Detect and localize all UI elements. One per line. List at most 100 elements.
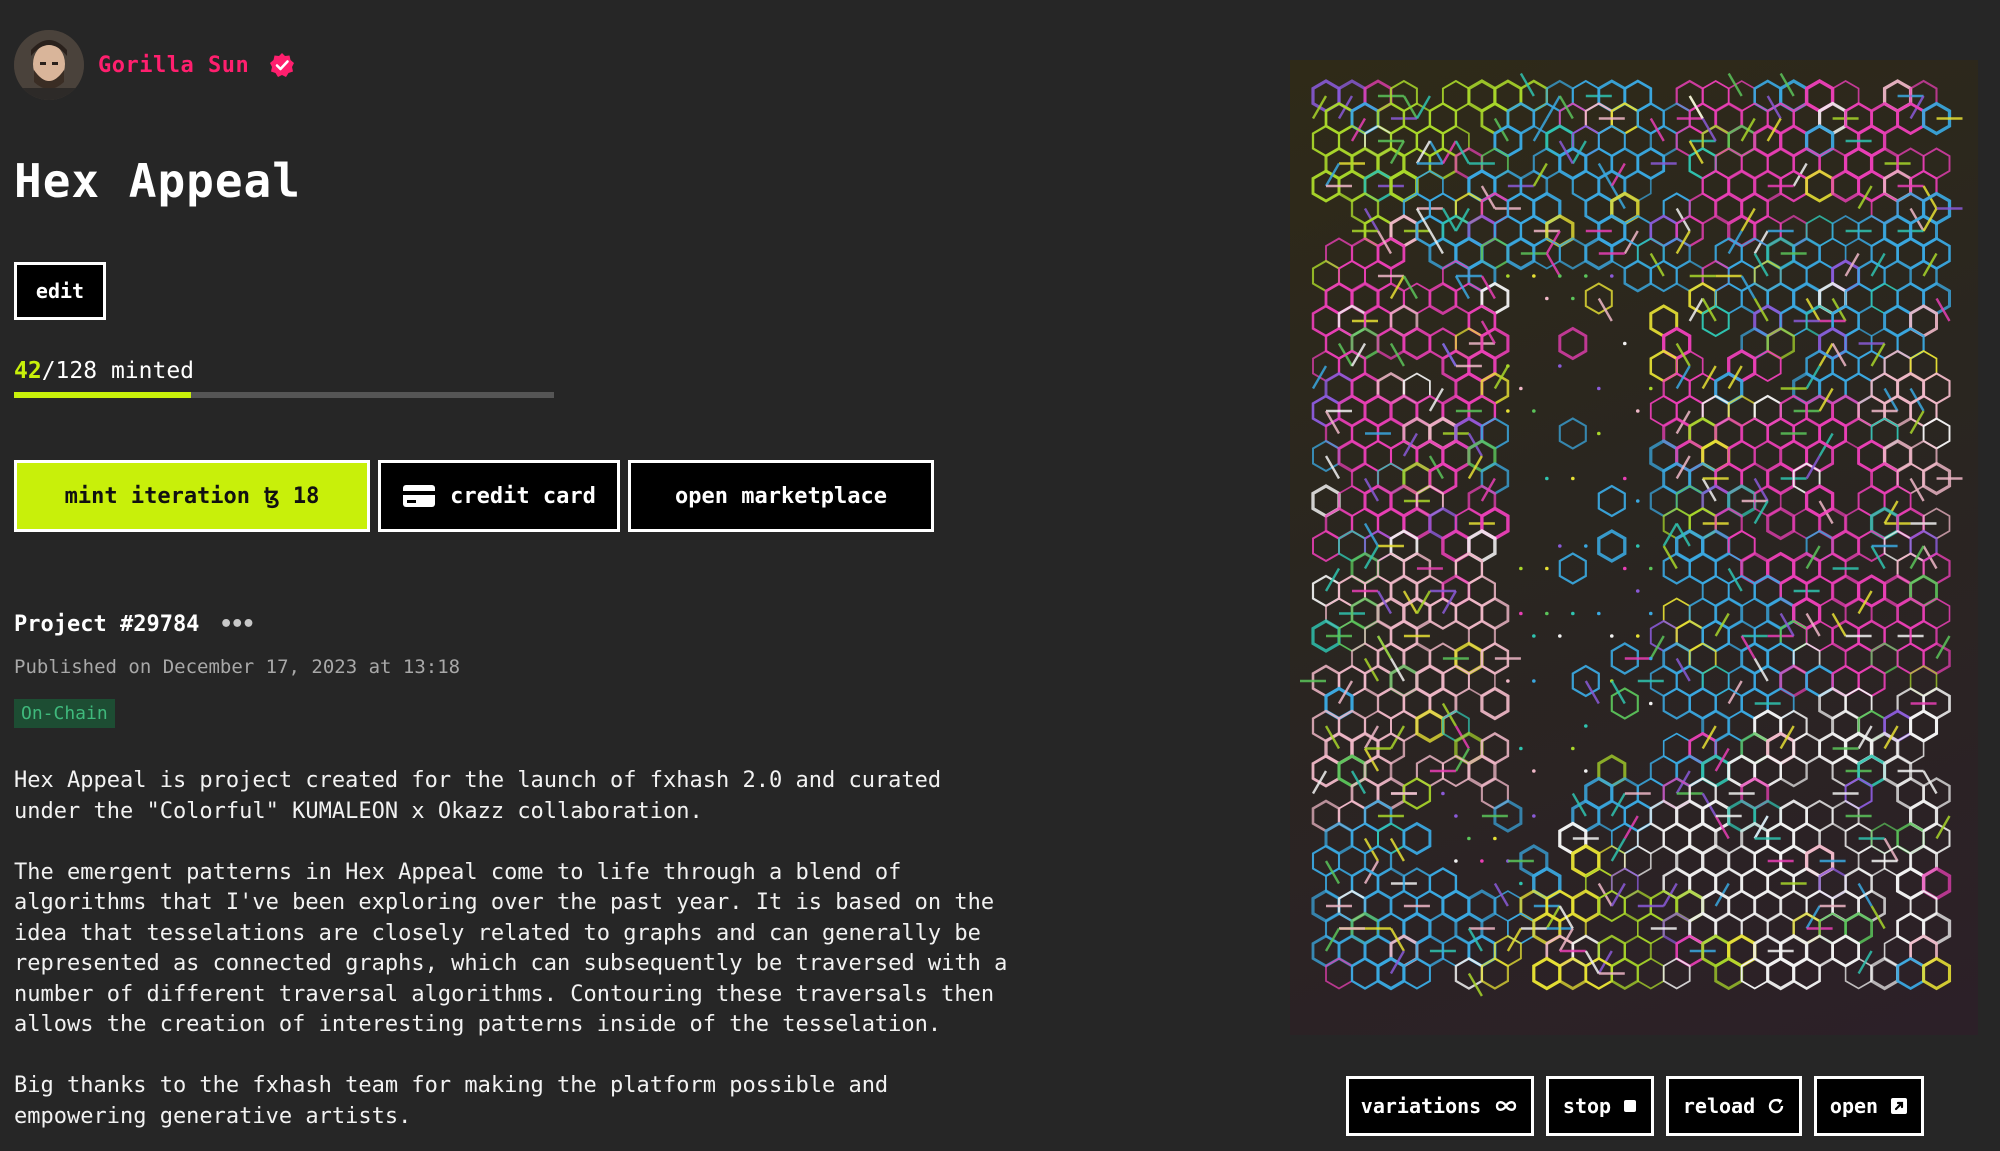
project-id-row: Project #29784 ••• — [14, 612, 255, 637]
art-dot — [1467, 836, 1471, 841]
art-link-line — [1519, 72, 1535, 97]
art-link-line — [1363, 522, 1380, 547]
art-link-line — [1467, 927, 1483, 952]
variations-label: variations — [1360, 1094, 1482, 1118]
art-hex-cell — [1376, 956, 1406, 991]
variations-button[interactable]: variations — [1346, 1076, 1534, 1136]
reload-icon — [1768, 1098, 1784, 1114]
art-link-line — [1870, 252, 1886, 277]
art-hex-cell — [1480, 686, 1510, 721]
art-link-line — [1415, 95, 1431, 120]
art-link-line — [1350, 342, 1367, 367]
art-link-line — [1883, 725, 1899, 750]
art-dot — [1532, 814, 1536, 818]
art-dot — [1519, 746, 1523, 751]
art-hex-cell — [1779, 754, 1808, 788]
author-avatar[interactable] — [14, 30, 84, 100]
art-dot — [1648, 386, 1653, 391]
open-button[interactable]: open — [1814, 1076, 1924, 1136]
art-hex-cell — [1714, 956, 1744, 991]
art-dot — [1480, 859, 1484, 863]
avatar-photo-icon — [14, 30, 84, 100]
art-hex-cell — [1740, 957, 1769, 990]
art-link-line — [1740, 207, 1756, 232]
art-dot — [1571, 476, 1575, 481]
art-link-line — [1870, 545, 1886, 570]
art-dot — [1493, 836, 1497, 841]
art-hex-cell — [1766, 956, 1796, 991]
art-hex-cell — [1402, 326, 1432, 361]
art-dot — [1635, 499, 1640, 503]
art-hex-cell — [1312, 529, 1340, 563]
art-hex-cell — [1480, 957, 1509, 990]
art-hex-cell — [1792, 957, 1821, 990]
art-hex-cell — [1623, 259, 1653, 293]
art-link-line — [1363, 545, 1380, 570]
art-link-line — [1350, 770, 1367, 795]
more-options-icon[interactable]: ••• — [219, 612, 255, 637]
art-link-line — [1480, 275, 1496, 300]
edit-button[interactable]: edit — [14, 262, 106, 320]
art-link-line — [1610, 882, 1626, 907]
art-link-line — [1558, 905, 1574, 930]
art-link-line — [1935, 297, 1951, 322]
art-hex-cell — [1428, 281, 1458, 316]
art-dot — [1571, 296, 1575, 301]
verified-badge-icon — [270, 53, 295, 77]
art-link-line — [1740, 635, 1756, 660]
art-dot — [1584, 544, 1588, 548]
art-link-line — [1701, 725, 1717, 750]
art-link-line — [1922, 252, 1938, 277]
art-dot — [1519, 611, 1523, 616]
open-marketplace-button[interactable]: open marketplace — [628, 460, 934, 532]
published-date: Published on December 17, 2023 at 13:18 — [14, 656, 461, 678]
art-hex-cell — [1662, 687, 1691, 720]
stop-button[interactable]: stop — [1546, 1076, 1654, 1136]
art-link-line — [1779, 612, 1795, 637]
mint-iteration-button[interactable]: mint iteration ꜩ 18 — [14, 460, 370, 532]
art-dot — [1609, 634, 1614, 638]
art-link-line — [1545, 252, 1561, 277]
art-link-line — [1779, 725, 1795, 750]
art-hex-cell — [1766, 506, 1796, 541]
art-dot — [1584, 769, 1588, 773]
art-link-line — [1428, 387, 1444, 412]
author-block[interactable]: Gorilla Sun — [14, 30, 295, 100]
credit-card-button[interactable]: credit card — [378, 460, 620, 532]
art-link-line — [1922, 207, 1938, 232]
art-link-line — [1857, 590, 1873, 615]
reload-button[interactable]: reload — [1666, 1076, 1802, 1136]
art-link-line — [1831, 342, 1847, 367]
art-link-line — [1376, 635, 1392, 660]
art-link-line — [1662, 545, 1678, 570]
art-link-line — [1727, 72, 1743, 97]
art-link-line — [1649, 635, 1665, 660]
art-link-line — [1454, 140, 1470, 165]
art-link-line — [1922, 770, 1938, 795]
description-paragraph-2: The emergent patterns in Hex Appeal come… — [14, 859, 1008, 1038]
art-link-line — [1415, 140, 1431, 165]
art-hex-cell — [1558, 956, 1588, 991]
art-link-line — [1831, 612, 1847, 637]
art-hex-cell — [1428, 597, 1458, 630]
action-buttons: mint iteration ꜩ 18 credit card open mar… — [14, 460, 934, 532]
project-page: Gorilla Sun Hex Appeal edit 42/128 minte… — [0, 0, 2000, 1151]
art-link-line — [1909, 410, 1925, 435]
art-link-line — [1753, 657, 1769, 682]
art-link-line — [1389, 950, 1405, 975]
art-link-line — [1363, 477, 1380, 502]
art-link-line — [1818, 387, 1834, 412]
art-dot — [1635, 544, 1640, 548]
art-dot — [1648, 656, 1653, 661]
description-paragraph-1: Hex Appeal is project created for the la… — [14, 768, 942, 824]
art-hex-cell — [1558, 237, 1587, 270]
art-dot — [1545, 611, 1549, 616]
author-name[interactable]: Gorilla Sun — [98, 53, 249, 78]
art-hex-cell — [1610, 687, 1639, 720]
art-dot — [1558, 544, 1562, 548]
project-id: Project #29784 — [14, 612, 200, 637]
art-link-line — [1766, 117, 1782, 142]
art-link-line — [1766, 95, 1782, 120]
art-hex-cell — [1597, 529, 1627, 563]
art-link-line — [1662, 522, 1678, 547]
